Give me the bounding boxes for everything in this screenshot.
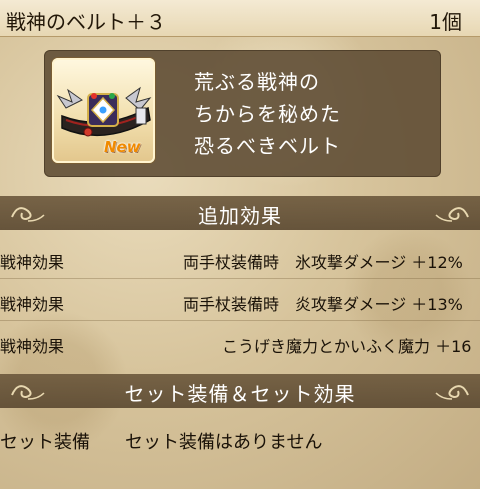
set-section-header: セット装備＆セット効果: [0, 374, 480, 408]
description-line-1: 荒ぶる戦神の: [194, 70, 320, 94]
effect-row-1-label: 戦神効果: [0, 253, 65, 272]
set-equipment-value: セット装備はありません: [125, 432, 323, 453]
flourish-right-icon: [435, 207, 469, 222]
item-title: 戦神のベルト＋３: [6, 10, 166, 34]
title-bar: 戦神のベルト＋３ 1個: [0, 0, 480, 37]
effects-section-header: 追加効果: [0, 196, 480, 230]
row-divider: [0, 320, 480, 321]
effect-row-3-value: こうげき魔力とかいふく魔力 ＋16: [222, 337, 472, 356]
row-divider: [0, 278, 480, 279]
description-line-2: ちからを秘めた: [194, 102, 341, 126]
effects-section-title: 追加効果: [198, 204, 282, 228]
item-icon-frame[interactable]: New: [52, 58, 155, 163]
new-badge: New: [104, 138, 141, 156]
description-line-3: 恐るべきベルト: [194, 134, 341, 158]
effect-row-2-value: 両手杖装備時 炎攻撃ダメージ ＋13%: [183, 295, 463, 314]
set-section-title: セット装備＆セット効果: [124, 382, 356, 406]
flourish-right-icon: [435, 385, 469, 400]
effect-row-3-label: 戦神効果: [0, 337, 65, 356]
set-equipment-label: セット装備: [0, 432, 90, 453]
item-count: 1個: [429, 10, 462, 34]
effect-row-2-label: 戦神効果: [0, 295, 65, 314]
item-description-panel: New 荒ぶる戦神の ちからを秘めた 恐るべきベルト: [44, 50, 441, 177]
effect-row-1-value: 両手杖装備時 氷攻撃ダメージ ＋12%: [183, 253, 463, 272]
